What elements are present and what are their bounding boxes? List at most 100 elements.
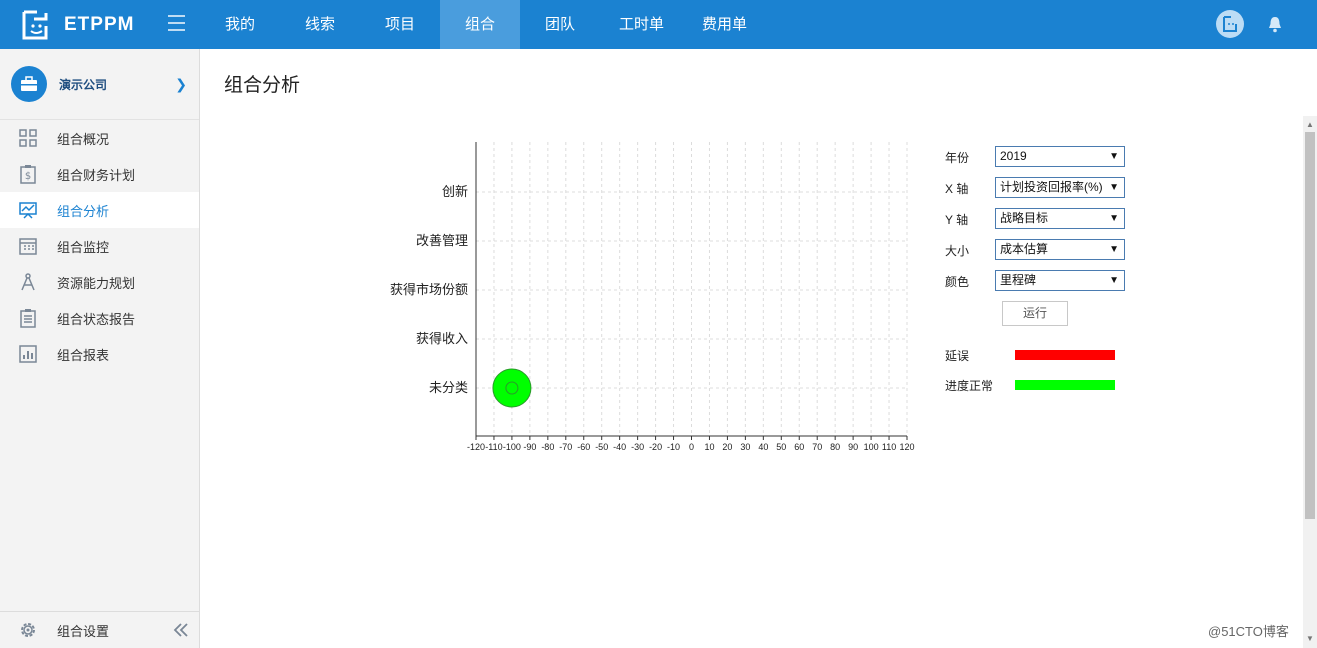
x-tick-label: 110	[882, 442, 896, 452]
scroll-up-icon[interactable]: ▲	[1306, 120, 1314, 129]
y-axis-select[interactable]: 战略目标 ▼	[995, 208, 1125, 229]
sidebar-menu: 组合概况 $ 组合财务计划 组合分析 组合监控 资源能力规划 组合状态报告 组合…	[0, 120, 199, 372]
x-tick-label: -80	[541, 442, 554, 452]
bubble-point	[492, 368, 532, 408]
legend-swatch-red	[1015, 350, 1115, 360]
dropdown-arrow-icon: ▼	[1109, 151, 1119, 162]
briefcase-icon	[11, 66, 47, 102]
year-select[interactable]: 2019 ▼	[995, 146, 1125, 167]
sidebar-item-financial-plan[interactable]: $ 组合财务计划	[0, 156, 199, 192]
sidebar-item-capacity[interactable]: 资源能力规划	[0, 264, 199, 300]
legend-label: 进度正常	[945, 379, 994, 393]
company-switcher[interactable]: 演示公司 ❯	[0, 49, 199, 120]
dropdown-arrow-icon: ▼	[1109, 275, 1119, 286]
y-category-label: 创新	[442, 184, 468, 200]
x-tick-label: -120	[467, 442, 485, 452]
sidebar-item-label: 组合报表	[57, 347, 110, 363]
sidebar-item-overview[interactable]: 组合概况	[0, 120, 199, 156]
nav-item-leads[interactable]: 线索	[280, 0, 360, 49]
collapse-sidebar-icon[interactable]	[172, 622, 190, 638]
avatar-face-icon	[1223, 16, 1237, 32]
sidebar-item-label: 组合状态报告	[57, 311, 136, 327]
scroll-thumb[interactable]	[1305, 132, 1315, 519]
watermark: @51CTO博客	[1208, 624, 1289, 639]
legend-label: 延误	[945, 349, 970, 363]
bar-report-icon	[19, 345, 37, 363]
y-category-label: 获得收入	[416, 331, 468, 347]
size-label: 大小	[945, 244, 970, 258]
year-label: 年份	[945, 151, 970, 165]
sidebar-item-reports[interactable]: 组合报表	[0, 336, 199, 372]
bell-icon[interactable]	[1267, 15, 1283, 33]
top-nav: 我的 线索 项目 组合 团队 工时单 费用单	[200, 0, 766, 49]
logo[interactable]: ETPPM	[20, 9, 134, 41]
sidebar-item-settings[interactable]: 组合设置	[0, 611, 199, 648]
sidebar-item-label: 组合概况	[57, 131, 110, 147]
sidebar-item-analysis[interactable]: 组合分析	[0, 192, 199, 228]
run-button[interactable]: 运行	[1002, 301, 1068, 326]
legend-item-delayed: 延误	[945, 346, 1135, 363]
x-tick-label: -110	[485, 442, 502, 452]
clipboard-icon	[20, 309, 36, 328]
gear-icon	[21, 623, 35, 637]
x-tick-label: -70	[559, 442, 572, 452]
nav-item-portfolio[interactable]: 组合	[440, 0, 520, 49]
year-row: 年份 2019 ▼	[945, 146, 1125, 167]
compass-icon	[21, 273, 35, 291]
size-row: 大小 成本估算 ▼	[945, 239, 1125, 260]
grid-icon	[19, 129, 37, 147]
x-tick-label: 40	[758, 442, 768, 452]
sidebar-item-status-report[interactable]: 组合状态报告	[0, 300, 199, 336]
y-category-label: 未分类	[429, 381, 468, 396]
size-select[interactable]: 成本估算 ▼	[995, 239, 1125, 260]
x-tick-label: 100	[864, 442, 879, 452]
x-tick-label: -40	[613, 442, 626, 452]
scroll-down-icon[interactable]: ▼	[1306, 634, 1314, 643]
color-label: 颜色	[945, 275, 970, 289]
x-axis-row: X 轴 计划投资回报率(%) ▼	[945, 177, 1125, 198]
y-category-label: 改善管理	[416, 233, 468, 249]
sidebar-item-label: 资源能力规划	[57, 275, 136, 291]
y-axis-label: Y 轴	[945, 213, 969, 227]
x-tick-label: 120	[899, 442, 914, 452]
dropdown-arrow-icon: ▼	[1109, 244, 1119, 255]
calendar-icon	[19, 238, 37, 255]
dropdown-arrow-icon: ▼	[1109, 182, 1119, 193]
sidebar-item-label: 组合监控	[57, 239, 110, 255]
nav-item-expense[interactable]: 费用单	[683, 0, 766, 49]
x-tick-label: -10	[667, 442, 680, 452]
sidebar-item-monitor[interactable]: 组合监控	[0, 228, 199, 264]
sidebar-item-label: 组合设置	[57, 623, 110, 639]
nav-item-team[interactable]: 团队	[520, 0, 600, 49]
company-name: 演示公司	[59, 77, 108, 92]
chevron-right-icon: ❯	[175, 75, 187, 92]
color-row: 颜色 里程碑 ▼	[945, 270, 1125, 291]
sidebar-item-label: 组合财务计划	[57, 167, 136, 183]
logo-text: ETPPM	[64, 14, 135, 35]
sidebar: 演示公司 ❯ 组合概况 $ 组合财务计划 组合分析 组合监控 资源能力规划 组合…	[0, 49, 200, 648]
x-tick-label: 0	[689, 442, 694, 452]
nav-item-timesheet[interactable]: 工时单	[600, 0, 683, 49]
x-tick-label: -30	[631, 442, 644, 452]
y-category-label: 获得市场份额	[390, 282, 468, 298]
x-tick-label: -90	[523, 442, 536, 452]
svg-text:$: $	[25, 171, 31, 182]
nav-item-mine[interactable]: 我的	[200, 0, 280, 49]
color-select[interactable]: 里程碑 ▼	[995, 270, 1125, 291]
legend-item-on-track: 进度正常	[945, 376, 1135, 393]
menu-toggle-icon[interactable]	[168, 15, 185, 33]
page-scrollbar[interactable]: ▲ ▼	[1303, 116, 1317, 648]
dropdown-arrow-icon: ▼	[1109, 213, 1119, 224]
x-tick-label: -60	[577, 442, 590, 452]
x-tick-label: 10	[704, 442, 714, 452]
nav-item-projects[interactable]: 项目	[360, 0, 440, 49]
top-bar: ETPPM 我的 线索 项目 组合 团队 工时单 费用单	[0, 0, 1317, 49]
user-avatar[interactable]	[1216, 10, 1244, 38]
sidebar-item-label: 组合分析	[57, 203, 110, 219]
x-axis-select[interactable]: 计划投资回报率(%) ▼	[995, 177, 1125, 198]
x-tick-label: -20	[649, 442, 662, 452]
x-tick-label: 20	[722, 442, 732, 452]
x-tick-label: -100	[503, 442, 521, 452]
x-tick-label: 80	[830, 442, 840, 452]
x-axis-label: X 轴	[945, 182, 969, 196]
